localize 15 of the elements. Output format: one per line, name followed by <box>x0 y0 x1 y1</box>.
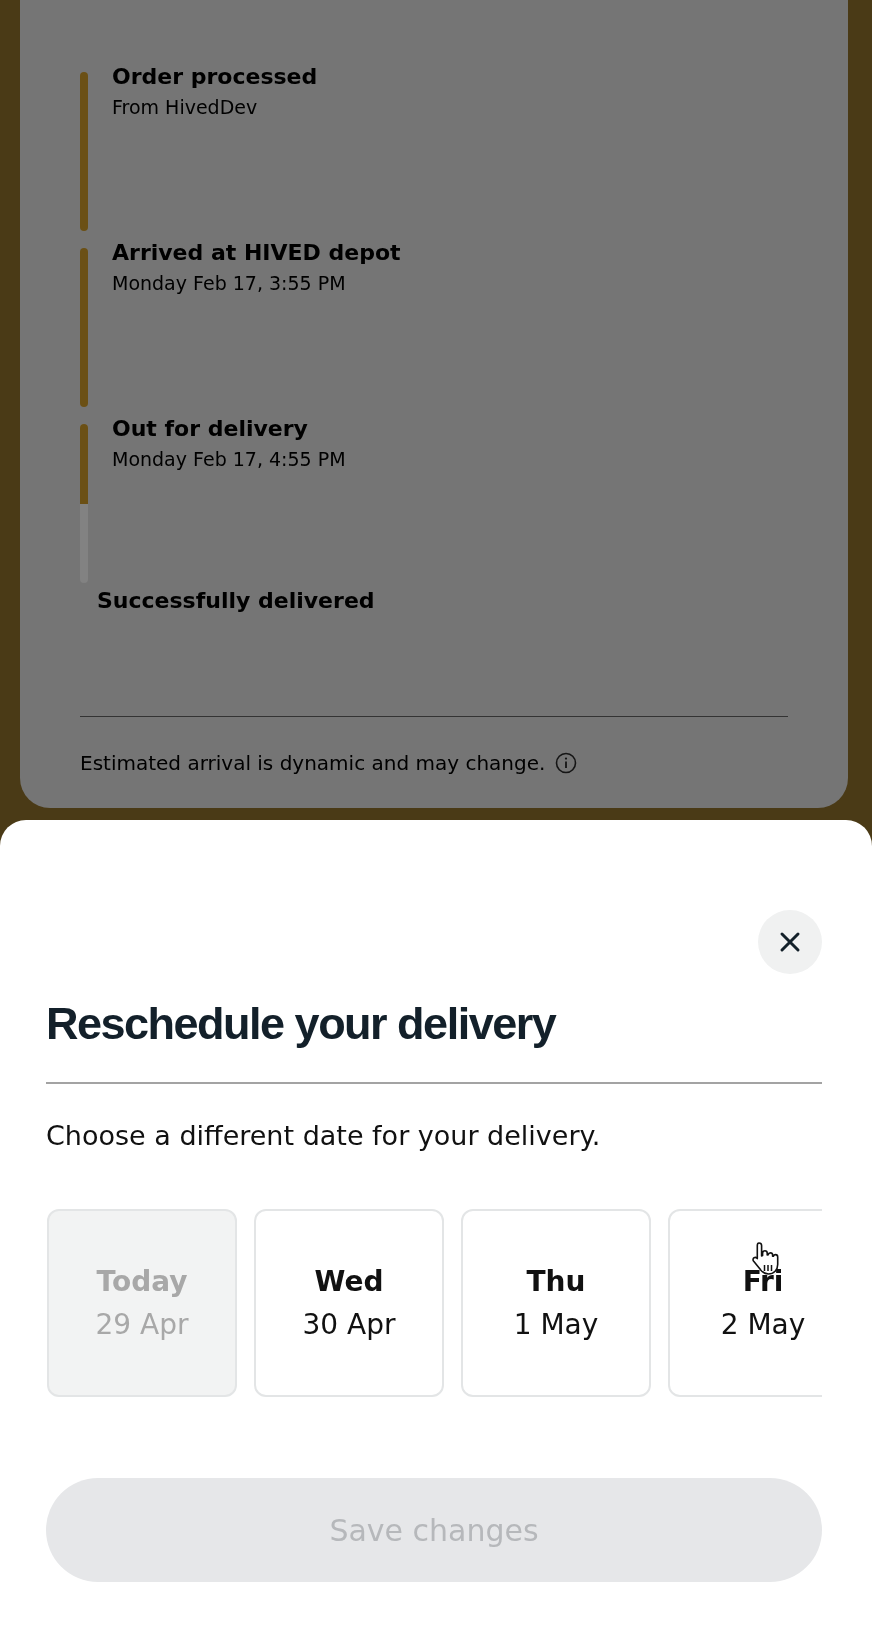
step-detail: Monday Feb 17, 3:55 PM <box>112 271 347 296</box>
sheet-title: Reschedule your delivery <box>46 997 558 1051</box>
close-icon <box>778 930 802 954</box>
note-text: Estimated arrival is dynamic and may change. <box>80 751 546 775</box>
step-title: Order processed <box>112 63 318 91</box>
step-detail: From HivedDev <box>112 95 259 120</box>
step-detail: Monday Feb 17, 4:55 PM <box>112 447 346 472</box>
step-title: Out for delivery <box>112 415 309 443</box>
date-option[interactable]: Thu 1 May <box>461 1209 651 1397</box>
date-option[interactable]: Fri 2 May <box>668 1209 822 1397</box>
step-title: Successfully delivered <box>97 587 376 615</box>
info-icon[interactable] <box>555 752 578 774</box>
sheet-subtitle: Choose a different date for your delivery. <box>46 1119 602 1153</box>
step-title: Arrived at HIVED depot <box>112 239 401 267</box>
date-option[interactable]: Wed 30 Apr <box>254 1209 444 1397</box>
